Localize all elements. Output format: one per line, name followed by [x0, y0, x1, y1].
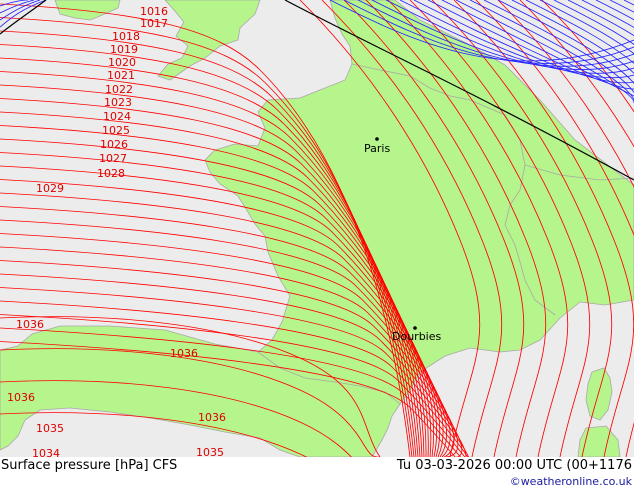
isobar-label: 1036 [170, 347, 198, 360]
isobar-label: 1021 [107, 69, 135, 82]
isobar-label: 1034 [32, 447, 60, 457]
isobar-label: 1035 [36, 422, 64, 435]
isobar-label: 1020 [108, 56, 136, 69]
isobar-label: 1023 [104, 96, 132, 109]
isobar-label: 1036 [7, 391, 35, 404]
map-canvas: 1016 1017 1018 1019 1020 1021 1022 1023 … [0, 0, 634, 457]
isobar-label: 1022 [105, 83, 133, 96]
city-dot-paris [375, 137, 379, 141]
isobar-label: 1029 [36, 182, 64, 195]
isobar-label: 1024 [103, 110, 131, 123]
isobar-label: 1026 [100, 138, 128, 151]
isobar-label: 1036 [198, 411, 226, 424]
isobar-label: 1027 [99, 152, 127, 165]
map-title: Surface pressure [hPa] CFS [1, 458, 178, 473]
valid-time: Tu 03-03-2026 00:00 UTC (00+1176 [396, 458, 632, 473]
isobar-label: 1036 [16, 318, 44, 331]
city-label-paris: Paris [364, 142, 390, 155]
isobar-label: 1017 [140, 17, 168, 30]
copyright-link[interactable]: ©weatheronline.co.uk [510, 475, 632, 488]
isobar-label: 1025 [102, 124, 130, 137]
isobar-label: 1019 [110, 43, 138, 56]
pressure-map: 1016 1017 1018 1019 1020 1021 1022 1023 … [0, 0, 634, 457]
isobar-label: 1018 [112, 30, 140, 43]
map-footer: Surface pressure [hPa] CFS Tu 03-03-2026… [0, 457, 634, 490]
isobar-label: 1028 [97, 167, 125, 180]
city-label-dourbies: Dourbies [392, 330, 442, 343]
isobar-label: 1035 [196, 446, 224, 457]
